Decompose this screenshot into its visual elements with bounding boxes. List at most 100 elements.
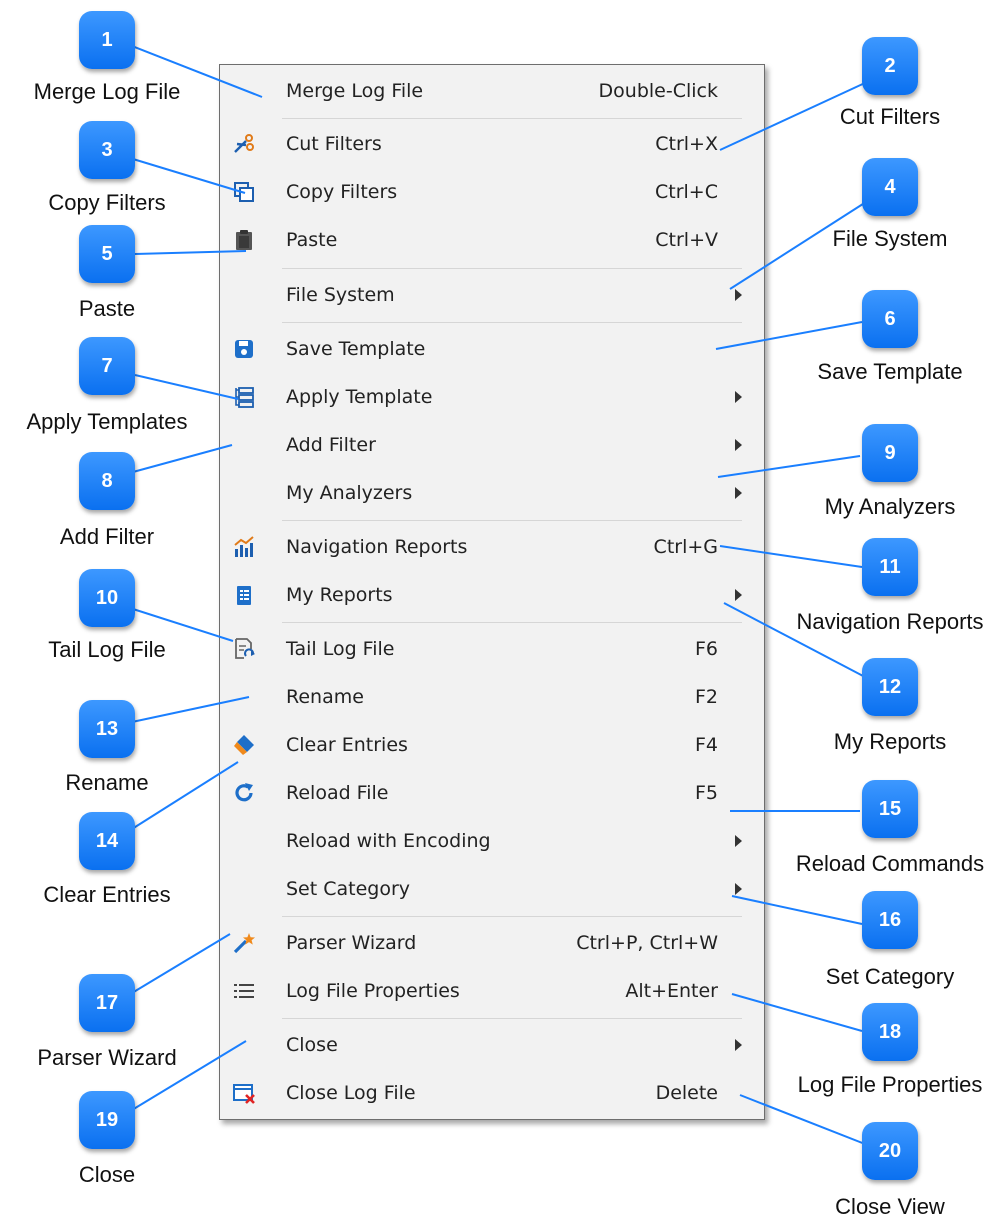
- callout-badge: 10: [79, 569, 135, 627]
- menu-item-shortcut: F5: [694, 782, 718, 804]
- scissors-icon: [232, 132, 256, 156]
- menu-item-apply-template[interactable]: Apply Template: [220, 377, 764, 417]
- callout-badge: 13: [79, 700, 135, 758]
- menu-item-label: Reload with Encoding: [286, 830, 491, 852]
- menu-item-cut-filters[interactable]: Cut Filters Ctrl+X: [220, 124, 764, 164]
- menu-item-shortcut: Double-Click: [598, 80, 718, 102]
- list-icon: [232, 979, 256, 1003]
- menu-item-shortcut: F6: [694, 638, 718, 660]
- menu-separator: [282, 916, 742, 917]
- submenu-arrow-icon: [735, 391, 742, 403]
- callout-leader-line: [131, 933, 231, 994]
- menu-item-add-filter[interactable]: Add Filter: [220, 425, 764, 465]
- menu-item-shortcut: Alt+Enter: [625, 980, 718, 1002]
- menu-item-reload-with-encoding[interactable]: Reload with Encoding: [220, 821, 764, 861]
- callout-label: Tail Log File: [48, 637, 166, 662]
- menu-item-set-category[interactable]: Set Category: [220, 869, 764, 909]
- menu-item-label: My Reports: [286, 584, 393, 606]
- callout-label: Parser Wizard: [37, 1045, 177, 1070]
- callout-label: Clear Entries: [43, 882, 171, 907]
- callout-label: Set Category: [825, 964, 955, 989]
- menu-separator: [282, 267, 742, 269]
- callout-badge: 8: [79, 452, 135, 510]
- menu-separator: [282, 1018, 742, 1019]
- menu-item-shortcut: Delete: [655, 1082, 718, 1104]
- menu-item-label: Tail Log File: [286, 638, 395, 660]
- callout-label: Save Template: [817, 359, 963, 384]
- menu-separator: [282, 117, 742, 119]
- menu-item-label: Clear Entries: [286, 734, 408, 756]
- callout-label: Apply Templates: [26, 409, 188, 434]
- callout-label: Log File Properties: [797, 1072, 983, 1097]
- eraser-icon: [232, 733, 256, 757]
- callout-badge: 17: [79, 974, 135, 1032]
- callout-badge: 16: [862, 891, 918, 949]
- menu-item-close-log-file[interactable]: Close Log File Delete: [220, 1073, 764, 1113]
- menu-item-parser-wizard[interactable]: Parser Wizard Ctrl+P, Ctrl+W: [220, 923, 764, 963]
- callout-leader-line: [132, 444, 233, 473]
- callout-badge: 2: [862, 37, 918, 95]
- callout-badge: 11: [862, 538, 918, 596]
- callout-label: My Analyzers: [824, 494, 956, 519]
- menu-item-my-reports[interactable]: My Reports: [220, 575, 764, 615]
- clipboard-icon: [232, 228, 256, 252]
- callout-badge: 9: [862, 424, 918, 482]
- menu-item-label: Parser Wizard: [286, 932, 417, 954]
- menu-item-label: Close: [286, 1034, 338, 1056]
- menu-item-paste[interactable]: Paste Ctrl+V: [220, 220, 764, 260]
- menu-separator: [282, 622, 742, 623]
- menu-item-label: Navigation Reports: [286, 536, 468, 558]
- menu-item-merge-log-file[interactable]: Merge Log File Double-Click: [220, 71, 764, 111]
- menu-item-rename[interactable]: Rename F2: [220, 677, 764, 717]
- submenu-arrow-icon: [735, 835, 742, 847]
- menu-item-label: Add Filter: [286, 434, 376, 456]
- callout-badge: 7: [79, 337, 135, 395]
- callout-badge: 3: [79, 121, 135, 179]
- reload-icon: [232, 781, 256, 805]
- submenu-arrow-icon: [735, 883, 742, 895]
- callout-label: Cut Filters: [839, 104, 941, 129]
- callout-label: Close View: [835, 1194, 945, 1219]
- menu-separator: [282, 520, 742, 521]
- menu-item-label: Copy Filters: [286, 181, 398, 203]
- menu-item-close[interactable]: Close: [220, 1025, 764, 1065]
- callout-badge: 20: [862, 1122, 918, 1180]
- submenu-arrow-icon: [735, 1039, 742, 1051]
- menu-item-copy-filters[interactable]: Copy Filters Ctrl+C: [220, 172, 764, 212]
- callout-badge: 19: [79, 1091, 135, 1149]
- context-menu: Merge Log File Double-Click Cut Filters Ctr…: [219, 64, 765, 1120]
- callout-badge: 15: [862, 780, 918, 838]
- menu-item-shortcut: Ctrl+X: [655, 133, 718, 155]
- callout-badge: 5: [79, 225, 135, 283]
- menu-item-label: Reload File: [286, 782, 389, 804]
- menu-separator: [282, 322, 742, 323]
- submenu-arrow-icon: [735, 589, 742, 601]
- callout-label: Paste: [78, 296, 136, 321]
- menu-item-navigation-reports[interactable]: Navigation Reports Ctrl+G: [220, 527, 764, 567]
- submenu-arrow-icon: [735, 487, 742, 499]
- submenu-arrow-icon: [735, 439, 742, 451]
- menu-item-label: Apply Template: [286, 386, 433, 408]
- callout-badge: 12: [862, 658, 918, 716]
- callout-badge: 14: [79, 812, 135, 870]
- report-icon: [232, 583, 256, 607]
- menu-item-label: File System: [286, 284, 395, 306]
- menu-item-reload-file[interactable]: Reload File F5: [220, 773, 764, 813]
- callout-label: Merge Log File: [33, 79, 181, 104]
- menu-item-tail-log-file[interactable]: Tail Log File F6: [220, 629, 764, 669]
- menu-item-clear-entries[interactable]: Clear Entries F4: [220, 725, 764, 765]
- menu-item-shortcut: Ctrl+C: [655, 181, 718, 203]
- callout-label: File System: [832, 226, 948, 251]
- callout-label: Add Filter: [59, 524, 155, 549]
- menu-item-label: Paste: [286, 229, 338, 251]
- menu-item-my-analyzers[interactable]: My Analyzers: [220, 473, 764, 513]
- menu-item-shortcut: F4: [694, 734, 718, 756]
- callout-badge: 4: [862, 158, 918, 216]
- menu-item-log-file-properties[interactable]: Log File Properties Alt+Enter: [220, 971, 764, 1011]
- wand-icon: [232, 931, 256, 955]
- menu-item-save-template[interactable]: Save Template: [220, 329, 764, 369]
- menu-item-file-system[interactable]: File System: [220, 275, 764, 315]
- callout-badge: 1: [79, 11, 135, 69]
- callout-label: Reload Commands: [795, 851, 985, 876]
- menu-item-label: My Analyzers: [286, 482, 413, 504]
